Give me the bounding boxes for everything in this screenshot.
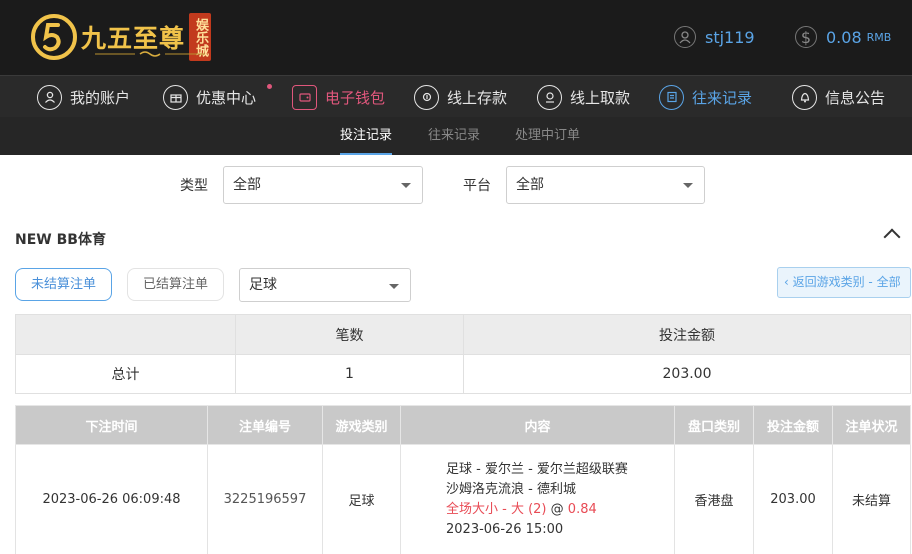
bet-id: 3225196597	[207, 444, 323, 554]
summary-total-amount: 203.00	[463, 354, 911, 394]
nav-item-promotions[interactable]: 优惠中心	[163, 76, 256, 118]
nav-item-label: 线上存款	[447, 88, 508, 107]
nav-item-withdraw[interactable]: 线上取款	[537, 76, 630, 118]
summary-total-label: 总计	[15, 354, 236, 394]
wallet-icon	[292, 84, 317, 110]
chevron-down-icon	[683, 183, 693, 188]
sport-select[interactable]: 足球	[239, 268, 411, 302]
tab-bet-records[interactable]: 投注记录	[340, 117, 393, 155]
nav-item-label: 优惠中心	[196, 88, 257, 107]
gift-icon	[163, 84, 188, 110]
bet-time: 2023-06-26 06:09:48	[15, 444, 208, 554]
section-title: NEW BB体育	[15, 232, 106, 248]
col-content: 内容	[400, 405, 675, 445]
deposit-icon	[414, 84, 439, 110]
settled-bets-button[interactable]: 已结算注单	[127, 268, 224, 301]
col-game-category: 游戏类别	[322, 405, 401, 445]
content-match: 沙姆洛克流浪 - 德利城	[446, 481, 576, 497]
nav-item-label: 往来记录	[692, 88, 753, 107]
type-select[interactable]: 全部	[223, 166, 423, 204]
platform-select-value: 全部	[516, 177, 544, 193]
summary-total-count: 1	[235, 354, 464, 394]
collapse-chevron-icon[interactable]	[883, 228, 901, 246]
dollar-icon: $	[795, 26, 817, 48]
main-nav: 我的账户 优惠中心 电子钱包 线上存款 线上取款 往来记录 信息公告	[0, 75, 912, 117]
nav-item-label: 电子钱包	[325, 88, 386, 107]
platform-label: 平台	[463, 178, 491, 194]
bell-icon	[792, 84, 817, 110]
bet-status: 未结算	[832, 444, 911, 554]
nav-item-label: 我的账户	[70, 88, 131, 107]
logo-ornament-icon	[95, 51, 205, 57]
content-pick-line: 全场大小 - 大 (2) @ 0.84	[446, 500, 674, 520]
nav-item-deposit[interactable]: 线上存款	[414, 76, 507, 118]
withdraw-icon	[537, 84, 562, 110]
balance-info: $ 0.08 RMB	[795, 26, 891, 48]
bet-pick: 全场大小 - 大 (2)	[446, 501, 547, 517]
chevron-down-icon	[389, 284, 399, 289]
tab-pending-orders[interactable]: 处理中订单	[515, 117, 580, 155]
balance-currency: RMB	[866, 30, 892, 44]
summary-header-amount: 投注金额	[463, 314, 911, 355]
chevron-down-icon	[401, 183, 411, 188]
history-icon	[659, 84, 684, 110]
bet-content: 足球 - 爱尔兰 - 爱尔兰超级联赛 沙姆洛克流浪 - 德利城 全场大小 - 大…	[400, 444, 675, 554]
col-bet-amount: 投注金额	[753, 405, 833, 445]
at-sign: @	[550, 501, 564, 517]
col-bet-time: 下注时间	[15, 405, 208, 445]
col-bet-id: 注单编号	[207, 405, 323, 445]
bet-amount: 203.00	[753, 444, 833, 554]
logo-mark-icon	[31, 14, 77, 60]
sport-select-value: 足球	[249, 277, 277, 293]
back-to-categories-button[interactable]: ‹ 返回游戏类别 - 全部	[777, 267, 911, 298]
records-table: 下注时间 注单编号 游戏类别 内容 盘口类别 投注金额 注单状况 2023-06…	[15, 405, 911, 554]
nav-item-announcements[interactable]: 信息公告	[792, 76, 885, 118]
bet-odds: 0.84	[567, 501, 597, 517]
nav-item-label: 信息公告	[825, 88, 886, 107]
tab-transfer-records[interactable]: 往来记录	[428, 117, 480, 155]
content-league: 足球 - 爱尔兰 - 爱尔兰超级联赛	[446, 461, 628, 477]
type-label: 类型	[180, 178, 208, 194]
summary-table: 笔数 投注金额 总计 1 203.00	[15, 314, 911, 394]
col-bet-status: 注单状况	[832, 405, 911, 445]
user-icon	[674, 26, 696, 48]
summary-header-count: 笔数	[235, 314, 464, 355]
col-odds-type: 盘口类别	[674, 405, 754, 445]
table-row: 2023-06-26 06:09:48 3225196597 足球 足球 - 爱…	[15, 444, 911, 554]
balance-amount: 0.08	[826, 27, 862, 47]
user-info[interactable]: stj119	[674, 26, 755, 48]
nav-item-wallet[interactable]: 电子钱包	[292, 76, 385, 118]
type-select-value: 全部	[233, 177, 261, 193]
unsettled-bets-button[interactable]: 未结算注单	[15, 268, 112, 301]
user-icon	[37, 84, 62, 110]
content-match-time: 2023-06-26 15:00	[446, 521, 564, 537]
header-bar: 九五至尊 娱乐城 stj119 $ 0.08 RMB	[0, 0, 912, 75]
nav-item-label: 线上取款	[570, 88, 631, 107]
username: stj119	[705, 27, 755, 47]
sub-nav: 投注记录 往来记录 处理中订单	[0, 117, 912, 155]
game-category: 足球	[322, 444, 401, 554]
nav-item-account[interactable]: 我的账户	[37, 76, 130, 118]
odds-type: 香港盘	[674, 444, 754, 554]
notification-dot	[267, 84, 272, 89]
summary-header-empty	[15, 314, 236, 355]
platform-select[interactable]: 全部	[506, 166, 705, 204]
nav-item-history[interactable]: 往来记录	[659, 76, 752, 118]
